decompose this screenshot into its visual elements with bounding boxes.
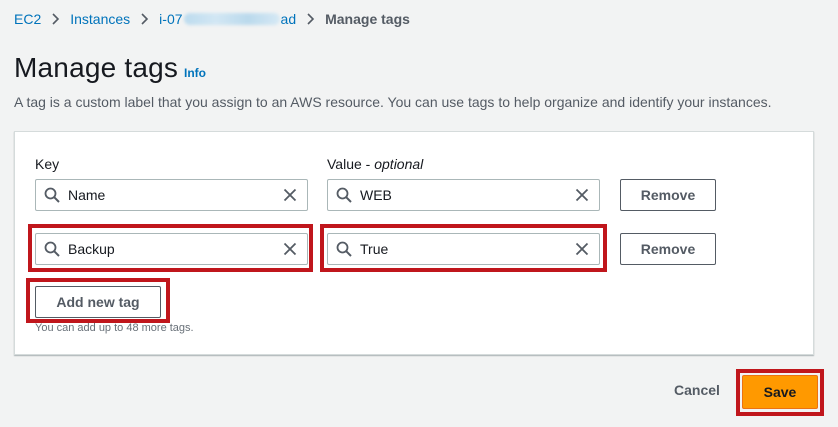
key-column-label: Key — [35, 156, 60, 172]
breadcrumb: EC2 Instances i-07 ad Manage tags — [14, 10, 410, 28]
tag-key-field-2[interactable] — [35, 233, 308, 265]
search-icon — [336, 187, 352, 203]
close-icon[interactable] — [575, 242, 589, 256]
page-title: Manage tags — [14, 52, 179, 83]
search-icon — [336, 241, 352, 257]
breadcrumb-instance-id[interactable]: i-07 ad — [159, 11, 296, 27]
redacted-instance-id — [183, 13, 280, 25]
optional-label: optional — [374, 156, 424, 172]
tag-limit-helper-text: You can add up to 48 more tags. — [35, 322, 194, 334]
breadcrumb-current: Manage tags — [325, 11, 410, 27]
chevron-right-icon — [306, 13, 315, 25]
tag-key-field-1[interactable] — [35, 179, 308, 211]
search-icon — [44, 241, 60, 257]
instance-id-prefix: i-07 — [159, 11, 183, 27]
tag-value-field-2[interactable] — [327, 233, 600, 265]
cancel-button[interactable]: Cancel — [664, 378, 730, 402]
close-icon[interactable] — [575, 188, 589, 202]
tag-value-field-1[interactable] — [327, 179, 600, 211]
search-icon — [44, 187, 60, 203]
page-description: A tag is a custom label that you assign … — [14, 94, 772, 110]
save-button[interactable]: Save — [742, 375, 818, 409]
tag-key-input-2[interactable] — [68, 234, 283, 264]
close-icon[interactable] — [283, 242, 297, 256]
breadcrumb-ec2[interactable]: EC2 — [14, 11, 41, 27]
info-link[interactable]: Info — [184, 66, 206, 80]
value-column-label: Value - optional — [327, 156, 424, 172]
tag-value-input-1[interactable] — [360, 180, 575, 210]
add-new-tag-button[interactable]: Add new tag — [35, 286, 161, 318]
tag-value-input-2[interactable] — [360, 234, 575, 264]
tags-panel: Key Value - optional Remove Remove Add n… — [14, 131, 814, 355]
tag-key-input-1[interactable] — [68, 180, 283, 210]
value-label: Value — [327, 156, 362, 172]
remove-tag-button-2[interactable]: Remove — [620, 233, 716, 265]
chevron-right-icon — [140, 13, 149, 25]
breadcrumb-instances[interactable]: Instances — [70, 11, 130, 27]
instance-id-suffix: ad — [280, 11, 297, 27]
remove-tag-button-1[interactable]: Remove — [620, 179, 716, 211]
chevron-right-icon — [51, 13, 60, 25]
close-icon[interactable] — [283, 188, 297, 202]
